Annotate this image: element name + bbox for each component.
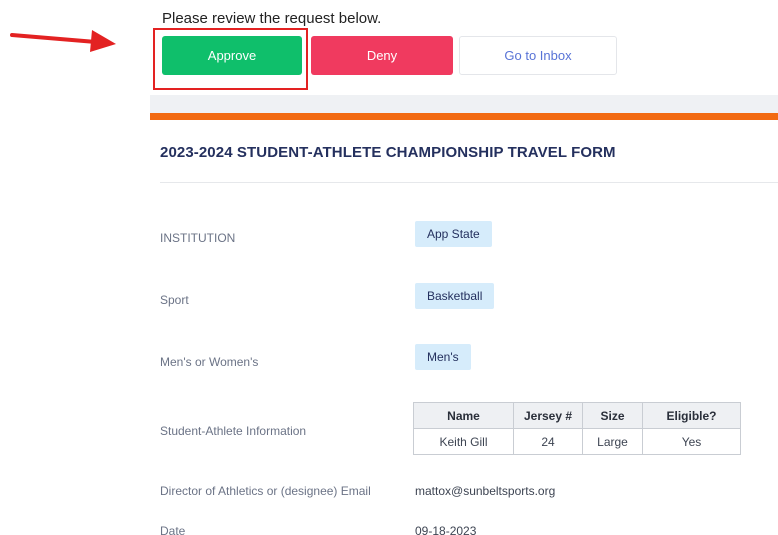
- sport-label: Sport: [160, 293, 189, 307]
- cell-jersey: 24: [513, 428, 583, 455]
- accent-bar: [150, 113, 778, 120]
- athletes-table-header: Name Jersey # Size Eligible?: [413, 402, 741, 429]
- form-title: 2023-2024 STUDENT-ATHLETE CHAMPIONSHIP T…: [160, 144, 616, 161]
- athletes-table: Name Jersey # Size Eligible? Keith Gill …: [413, 402, 741, 455]
- deny-button[interactable]: Deny: [311, 36, 453, 75]
- cell-eligible: Yes: [642, 428, 741, 455]
- approve-highlight-box: [153, 28, 308, 90]
- institution-value: App State: [415, 221, 492, 247]
- header-band: [150, 95, 778, 113]
- column-header-size: Size: [582, 402, 643, 429]
- column-header-eligible: Eligible?: [642, 402, 741, 429]
- director-email-value: mattox@sunbeltsports.org: [415, 484, 556, 498]
- gender-value: Men's: [415, 344, 471, 370]
- column-header-jersey: Jersey #: [513, 402, 583, 429]
- table-row: Keith Gill 24 Large Yes: [413, 428, 741, 455]
- sport-value: Basketball: [415, 283, 495, 309]
- go-to-inbox-button[interactable]: Go to Inbox: [459, 36, 617, 75]
- athlete-info-label: Student-Athlete Information: [160, 424, 307, 438]
- red-arrow-icon: [10, 30, 116, 52]
- cell-size: Large: [582, 428, 643, 455]
- column-header-name: Name: [413, 402, 514, 429]
- approval-page: Please review the request below. Approve…: [0, 0, 778, 535]
- date-value: 09-18-2023: [415, 524, 477, 535]
- institution-label: INSTITUTION: [160, 231, 236, 245]
- gender-label: Men's or Women's: [160, 355, 259, 369]
- review-instruction: Please review the request below.: [162, 10, 382, 27]
- title-divider: [160, 182, 778, 183]
- date-label: Date: [160, 524, 186, 535]
- cell-name: Keith Gill: [413, 428, 514, 455]
- director-email-label: Director of Athletics or (designee) Emai…: [160, 484, 371, 498]
